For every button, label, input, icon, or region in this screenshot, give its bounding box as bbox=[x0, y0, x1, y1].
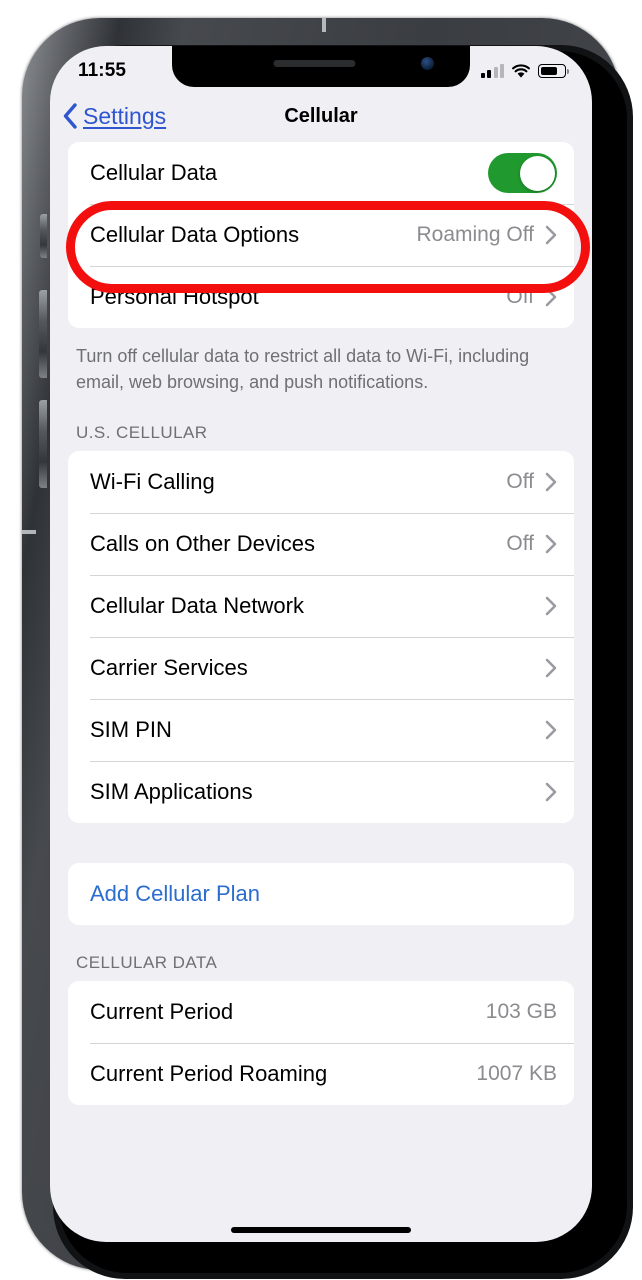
section-header-carrier: U.S. CELLULAR bbox=[76, 423, 208, 443]
add-cellular-plan-label: Add Cellular Plan bbox=[90, 881, 260, 907]
volume-down-button[interactable] bbox=[39, 400, 47, 488]
chevron-right-icon bbox=[545, 225, 557, 245]
antenna-line-left bbox=[22, 530, 36, 534]
signal-bar-2 bbox=[487, 69, 492, 78]
row-cellular-data-network-label: Cellular Data Network bbox=[90, 593, 304, 619]
signal-bar-3 bbox=[493, 66, 498, 78]
carrier-settings-card: Wi-Fi Calling Off Calls on Other Devices… bbox=[68, 451, 574, 824]
chevron-right-icon bbox=[545, 287, 557, 307]
row-sim-applications[interactable]: SIM Applications bbox=[68, 761, 574, 823]
row-calls-on-other-devices-right: Off bbox=[506, 532, 557, 556]
row-add-cellular-plan[interactable]: Add Cellular Plan bbox=[68, 863, 574, 925]
signal-bar-1 bbox=[480, 72, 485, 78]
wifi-icon bbox=[512, 63, 530, 78]
toggle-knob bbox=[519, 155, 555, 191]
chevron-left-icon bbox=[63, 103, 77, 129]
row-calls-on-other-devices-label: Calls on Other Devices bbox=[90, 531, 315, 557]
row-cellular-data-options-label: Cellular Data Options bbox=[90, 222, 300, 247]
row-wifi-calling-label: Wi-Fi Calling bbox=[90, 469, 215, 495]
row-sim-pin-right bbox=[545, 720, 557, 740]
row-sim-applications-right bbox=[545, 782, 557, 802]
row-current-period: Current Period 103 GB bbox=[68, 981, 574, 1043]
add-cellular-plan-card: Add Cellular Plan bbox=[68, 863, 574, 926]
row-carrier-services[interactable]: Carrier Services bbox=[68, 637, 574, 699]
row-current-period-roaming: Current Period Roaming 1007 KB bbox=[68, 1043, 574, 1105]
row-wifi-calling-value: Off bbox=[506, 470, 534, 494]
section-header-cellular-data-usage: CELLULAR DATA bbox=[76, 953, 218, 973]
row-sim-pin[interactable]: SIM PIN bbox=[68, 699, 574, 761]
row-personal-hotspot-label: Personal Hotspot bbox=[90, 284, 259, 309]
cellular-data-card: Cellular Data Cellular Data Options Roam… bbox=[68, 142, 574, 328]
back-button-settings[interactable]: Settings bbox=[62, 103, 166, 130]
row-cellular-data-options[interactable]: Cellular Data Options Roaming Off bbox=[68, 204, 574, 266]
chevron-right-icon bbox=[545, 721, 557, 740]
row-personal-hotspot[interactable]: Personal Hotspot Off bbox=[68, 266, 574, 328]
row-cellular-data[interactable]: Cellular Data bbox=[68, 142, 574, 204]
row-carrier-services-label: Carrier Services bbox=[90, 655, 248, 681]
row-cellular-data-options-value: Roaming Off bbox=[416, 223, 535, 246]
row-sim-pin-label: SIM PIN bbox=[90, 717, 172, 743]
settings-scroll-content[interactable]: Cellular Data Cellular Data Options Roam… bbox=[50, 142, 592, 1242]
row-current-period-roaming-label: Current Period Roaming bbox=[90, 1061, 328, 1087]
back-button-label: Settings bbox=[83, 102, 167, 129]
phone-screen: 11:55 Cellular Settings Cellular Data Ce… bbox=[50, 46, 592, 1242]
row-personal-hotspot-value: Off bbox=[506, 285, 534, 308]
row-personal-hotspot-right: Off bbox=[506, 285, 557, 309]
device-notch bbox=[172, 46, 470, 87]
row-wifi-calling-right: Off bbox=[506, 470, 557, 494]
chevron-right-icon bbox=[545, 597, 557, 616]
battery-fill-level bbox=[540, 66, 557, 76]
cellular-signal-icon bbox=[480, 63, 504, 78]
chevron-right-icon bbox=[545, 659, 557, 678]
row-calls-on-other-devices[interactable]: Calls on Other Devices Off bbox=[68, 513, 574, 575]
status-bar-time: 11:55 bbox=[78, 60, 127, 81]
chevron-right-icon bbox=[545, 783, 557, 802]
mute-switch-button[interactable] bbox=[40, 214, 47, 258]
row-sim-applications-label: SIM Applications bbox=[90, 779, 253, 805]
row-current-period-value: 103 GB bbox=[485, 1000, 557, 1024]
signal-bar-4 bbox=[500, 63, 504, 78]
cellular-data-usage-card: Current Period 103 GB Current Period Roa… bbox=[68, 981, 574, 1106]
cellular-data-toggle[interactable] bbox=[488, 153, 557, 193]
home-indicator[interactable] bbox=[231, 1227, 411, 1233]
row-cellular-data-network-right bbox=[545, 596, 557, 616]
row-current-period-roaming-value: 1007 KB bbox=[476, 1062, 557, 1086]
row-current-period-label: Current Period bbox=[90, 999, 234, 1025]
antenna-line-top bbox=[322, 18, 326, 32]
front-camera-icon bbox=[421, 57, 434, 70]
volume-up-button[interactable] bbox=[39, 290, 47, 378]
row-carrier-services-right bbox=[545, 658, 557, 678]
cellular-data-footer-text: Turn off cellular data to restrict all d… bbox=[76, 346, 530, 392]
row-cellular-data-network[interactable]: Cellular Data Network bbox=[68, 575, 574, 637]
battery-icon bbox=[538, 64, 570, 78]
navigation-bar: Cellular Settings bbox=[50, 90, 592, 142]
earpiece-speaker-icon bbox=[273, 60, 356, 67]
row-calls-on-other-devices-value: Off bbox=[506, 532, 534, 556]
row-cellular-data-label: Cellular Data bbox=[90, 160, 218, 185]
status-bar-icons bbox=[480, 63, 570, 79]
row-cellular-data-options-right: Roaming Off bbox=[417, 223, 558, 247]
chevron-right-icon bbox=[545, 473, 557, 492]
chevron-right-icon bbox=[545, 535, 557, 554]
row-wifi-calling[interactable]: Wi-Fi Calling Off bbox=[68, 451, 574, 513]
